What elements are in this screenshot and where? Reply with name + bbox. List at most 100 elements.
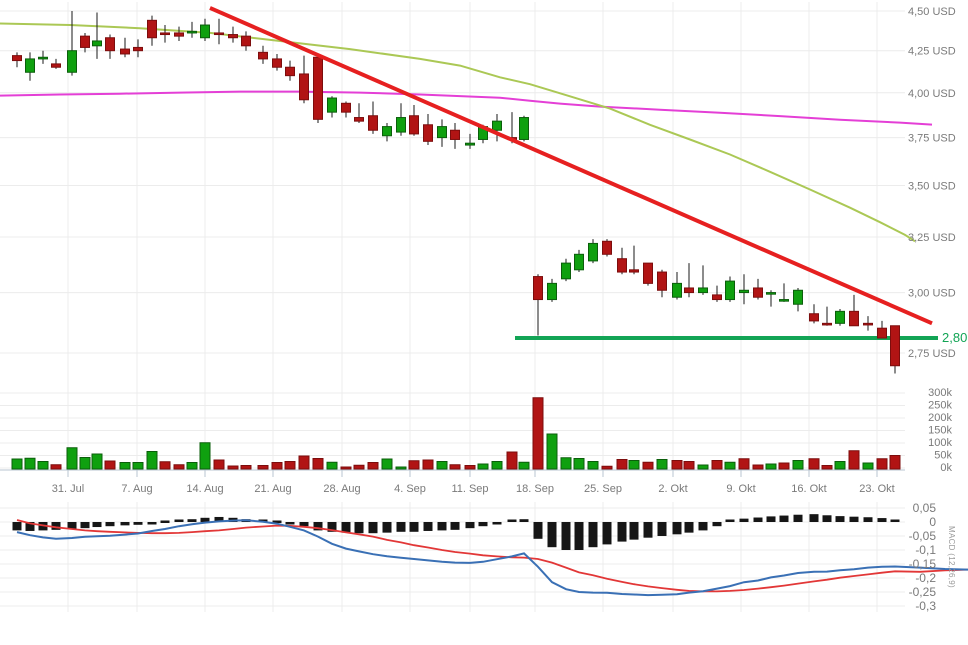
candle[interactable] (561, 258, 571, 282)
volume-bar[interactable] (199, 442, 211, 470)
candle[interactable] (684, 263, 694, 298)
candle[interactable] (299, 55, 309, 104)
macd-histogram-bar[interactable] (423, 522, 433, 531)
macd-histogram-bar[interactable] (712, 522, 722, 527)
macd-histogram-bar[interactable] (450, 522, 460, 530)
candle[interactable] (174, 26, 184, 41)
macd-histogram-bar[interactable] (507, 519, 517, 523)
candle[interactable] (877, 320, 887, 339)
volume-bar[interactable] (422, 459, 434, 470)
macd-histogram-bar[interactable] (174, 519, 184, 523)
candle[interactable] (214, 18, 224, 45)
macd-histogram-bar[interactable] (561, 522, 571, 550)
macd-histogram-bar[interactable] (890, 519, 900, 523)
macd-histogram-bar[interactable] (602, 522, 612, 545)
macd-histogram-bar[interactable] (354, 522, 364, 534)
candle[interactable] (327, 96, 337, 118)
candle[interactable] (285, 60, 295, 81)
volume-bar[interactable] (876, 458, 888, 470)
macd-histogram-bar[interactable] (657, 522, 667, 536)
volume-bar[interactable] (491, 461, 503, 470)
candle[interactable] (657, 269, 667, 298)
candle[interactable] (793, 287, 803, 312)
volume-bar[interactable] (79, 457, 91, 470)
candle[interactable] (698, 265, 708, 295)
volume-bar[interactable] (506, 451, 518, 470)
macd-histogram-bar[interactable] (672, 522, 682, 535)
macd-histogram-bar[interactable] (822, 515, 832, 522)
volume-bar[interactable] (257, 465, 269, 470)
volume-bar[interactable] (601, 465, 613, 470)
candle[interactable] (712, 285, 722, 302)
volume-bar[interactable] (616, 459, 628, 470)
candle[interactable] (272, 53, 282, 71)
macd-histogram-bar[interactable] (12, 522, 22, 531)
macd-histogram-bar[interactable] (779, 515, 789, 522)
candle[interactable] (547, 278, 557, 302)
candle[interactable] (228, 26, 238, 43)
volume-bar[interactable] (656, 459, 668, 470)
candle[interactable] (822, 306, 832, 326)
candle[interactable] (368, 101, 378, 134)
candle[interactable] (354, 103, 364, 123)
macd-histogram-bar[interactable] (698, 522, 708, 531)
candle[interactable] (835, 308, 845, 326)
macd-histogram-bar[interactable] (80, 522, 90, 529)
candle[interactable] (766, 290, 776, 307)
volume-bar[interactable] (340, 466, 352, 470)
candle[interactable] (160, 25, 170, 43)
volume-bar[interactable] (889, 455, 901, 470)
macd-histogram-bar[interactable] (877, 518, 887, 522)
candle[interactable] (863, 316, 873, 331)
volume-bar[interactable] (683, 461, 695, 470)
macd-histogram-bar[interactable] (766, 516, 776, 522)
volume-bar[interactable] (436, 461, 448, 470)
volume-bar[interactable] (395, 466, 407, 470)
macd-histogram-bar[interactable] (519, 519, 529, 522)
candle[interactable] (753, 278, 763, 300)
volume-bar[interactable] (862, 462, 874, 470)
candle[interactable] (574, 249, 584, 273)
macd-histogram-bar[interactable] (863, 517, 873, 522)
macd-histogram-bar[interactable] (147, 522, 157, 525)
volume-bar[interactable] (119, 462, 131, 470)
candle[interactable] (437, 119, 447, 147)
volume-bar[interactable] (532, 397, 544, 470)
volume-bar[interactable] (792, 460, 804, 470)
macd-histogram-bar[interactable] (739, 518, 749, 522)
macd-histogram-bar[interactable] (299, 522, 309, 527)
candle[interactable] (519, 115, 529, 142)
macd-histogram-bar[interactable] (533, 522, 543, 539)
volume-bar[interactable] (186, 462, 198, 470)
candle[interactable] (200, 18, 210, 41)
volume-bar[interactable] (66, 447, 78, 470)
macd-histogram-bar[interactable] (120, 522, 130, 526)
macd-histogram-bar[interactable] (849, 516, 859, 522)
volume-bar[interactable] (240, 465, 252, 470)
volume-bar[interactable] (312, 458, 324, 470)
candle[interactable] (602, 239, 612, 257)
candle[interactable] (38, 50, 48, 64)
volume-bar[interactable] (738, 458, 750, 470)
candle[interactable] (588, 239, 598, 264)
candle[interactable] (12, 52, 22, 68)
volume-bar[interactable] (477, 463, 489, 470)
macd-histogram-bar[interactable] (437, 522, 447, 531)
candle[interactable] (423, 113, 433, 146)
candle[interactable] (120, 37, 130, 58)
macd-histogram-bar[interactable] (285, 522, 295, 525)
volume-bar[interactable] (778, 462, 790, 470)
volume-bar[interactable] (227, 465, 239, 470)
volume-bar[interactable] (808, 458, 820, 470)
volume-bar[interactable] (518, 461, 530, 470)
volume-bar[interactable] (464, 465, 476, 470)
macd-histogram-bar[interactable] (547, 522, 557, 548)
volume-bar[interactable] (132, 462, 144, 470)
volume-bar[interactable] (642, 461, 654, 470)
volume-bar[interactable] (671, 460, 683, 470)
macd-histogram-bar[interactable] (574, 522, 584, 550)
volume-bar[interactable] (752, 464, 764, 470)
volume-bar[interactable] (91, 453, 103, 470)
candle[interactable] (890, 325, 900, 374)
volume-bar[interactable] (367, 462, 379, 470)
